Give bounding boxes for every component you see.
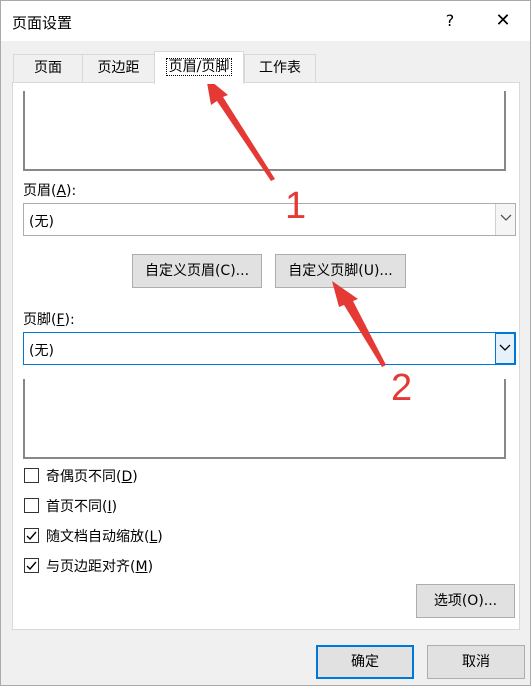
align-margins-key: M: [135, 559, 148, 575]
tab-margins-label: 页边距: [97, 60, 140, 76]
header-footer-panel: 页眉(A): (无) 自定义页眉(C)... 自定义页脚(U)... 页脚(F)…: [12, 82, 520, 630]
checkbox-box[interactable]: [24, 528, 39, 543]
footer-label-key: F: [56, 312, 65, 328]
header-label-suffix: ):: [66, 183, 77, 199]
annotation-number-1: 1: [285, 185, 307, 227]
checkbox-box[interactable]: [24, 558, 39, 573]
odd-even-suffix: ): [132, 469, 138, 485]
tab-page[interactable]: 页面: [13, 54, 83, 83]
header-select-value: (无): [29, 214, 54, 230]
tab-page-label: 页面: [34, 60, 62, 76]
annotation-number-2: 2: [391, 367, 413, 409]
checkmark-icon: [26, 561, 37, 571]
options-button[interactable]: 选项(O)...: [416, 584, 515, 618]
tab-margins[interactable]: 页边距: [82, 54, 155, 83]
align-margins-label: 与页边距对齐(M): [46, 556, 153, 576]
ok-button[interactable]: 确定: [316, 645, 414, 679]
footer-preview: [23, 379, 506, 459]
tab-sheet[interactable]: 工作表: [244, 54, 316, 83]
footer-label: 页脚(F):: [23, 309, 75, 329]
chevron-down-icon[interactable]: [495, 333, 515, 364]
scale-with-doc-text: 随文档自动缩放(: [46, 529, 150, 545]
header-select[interactable]: (无): [23, 203, 516, 236]
first-page-text: 首页不同(: [46, 499, 108, 515]
footer-label-prefix: 页脚(: [23, 312, 57, 328]
footer-label-suffix: ):: [64, 312, 75, 328]
checkmark-icon: [26, 531, 37, 541]
odd-even-key: D: [121, 469, 133, 485]
first-page-label: 首页不同(I): [46, 496, 117, 516]
align-margins-suffix: ): [147, 559, 154, 575]
align-margins-text: 与页边距对齐(: [46, 559, 136, 575]
odd-even-label: 奇偶页不同(D): [46, 466, 138, 486]
close-button[interactable]: ✕: [491, 9, 515, 33]
header-label: 页眉(A):: [23, 180, 76, 200]
footer-select[interactable]: (无): [23, 332, 516, 365]
dialog-title: 页面设置: [12, 14, 73, 32]
header-label-prefix: 页眉(: [23, 183, 57, 199]
cancel-button[interactable]: 取消: [427, 645, 525, 679]
custom-header-button[interactable]: 自定义页眉(C)...: [132, 254, 262, 288]
header-preview: [23, 91, 506, 171]
title-bar: 页面设置 ? ✕: [1, 1, 530, 41]
scale-with-doc-label: 随文档自动缩放(L): [46, 526, 163, 546]
page-setup-dialog: 页面设置 ? ✕ 页面 页边距 页眉/页脚 工作表 页眉(A): (无) 自定义…: [0, 0, 531, 686]
footer-select-value: (无): [29, 343, 54, 359]
chevron-down-icon[interactable]: [495, 204, 515, 235]
tab-sheet-label: 工作表: [259, 60, 301, 76]
header-label-key: A: [56, 183, 67, 199]
tab-header-footer[interactable]: 页眉/页脚: [154, 51, 244, 84]
help-button[interactable]: ?: [439, 9, 461, 33]
tab-header-footer-label: 页眉/页脚: [165, 58, 233, 76]
odd-even-text: 奇偶页不同(: [46, 469, 122, 485]
first-page-suffix: ): [111, 499, 118, 515]
checkbox-box[interactable]: [24, 468, 39, 483]
checkbox-box[interactable]: [24, 498, 39, 513]
custom-footer-button[interactable]: 自定义页脚(U)...: [275, 254, 406, 288]
scale-with-doc-suffix: ): [157, 529, 163, 545]
